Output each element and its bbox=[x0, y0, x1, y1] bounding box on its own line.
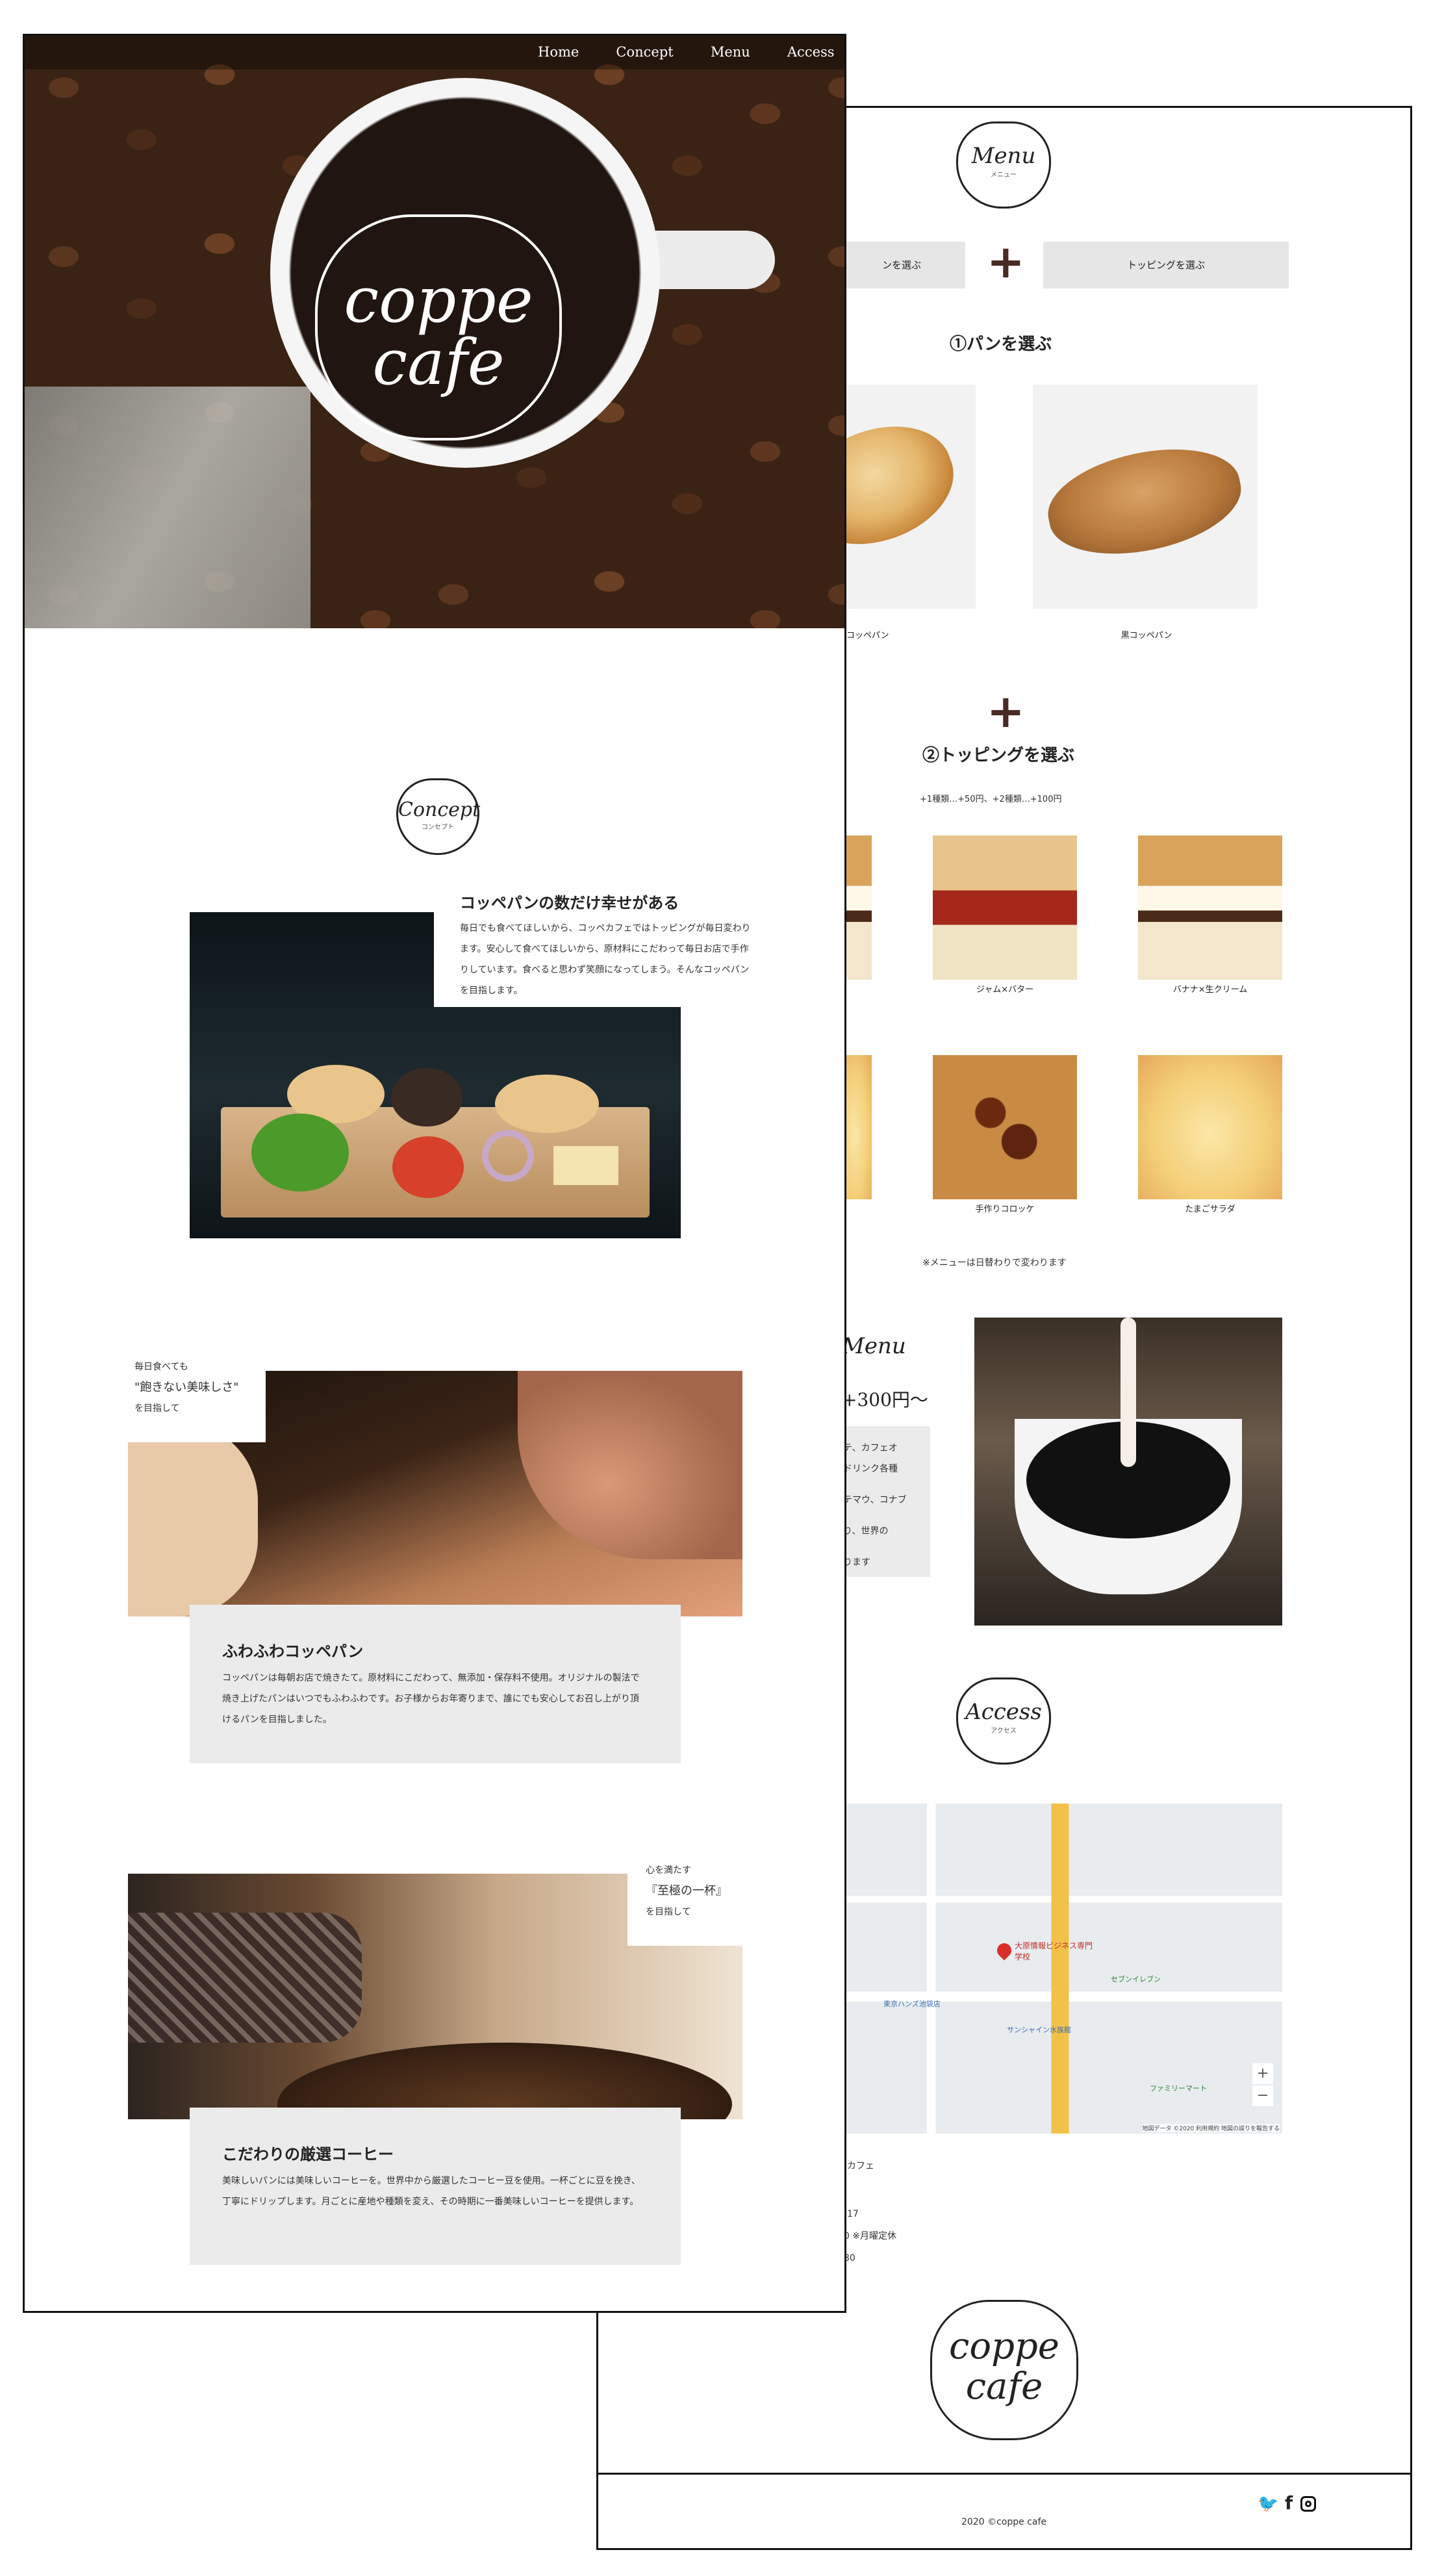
map-label-family: ファミリーマート bbox=[1150, 2084, 1207, 2093]
bread-label-2: 黒コッペパン bbox=[1121, 631, 1172, 641]
nav-concept[interactable]: Concept bbox=[616, 44, 673, 60]
hero-logo-line-1: coppe bbox=[344, 264, 533, 337]
bread-image-2 bbox=[1033, 385, 1258, 609]
hero-logo: coppe cafe bbox=[315, 214, 562, 440]
drink-line-1: テ、カフェオ bbox=[843, 1443, 898, 1453]
step2-title: ②トッピングを選ぶ bbox=[922, 746, 1075, 765]
topping-image-banana-cream bbox=[1138, 835, 1282, 980]
facebook-icon[interactable]: f bbox=[1280, 2493, 1297, 2513]
bread-label-1: 黒コッペパン bbox=[838, 631, 889, 641]
map-footer-text: 地図データ ©2020 利用規約 地図の誤りを報告する bbox=[1142, 2124, 1280, 2132]
plus-icon-2: + bbox=[987, 685, 1025, 738]
topping-label-banana-cream: バナナ×生クリーム bbox=[1172, 985, 1248, 995]
plus-icon: + bbox=[987, 235, 1025, 288]
topping-image-egg-salad bbox=[1138, 1055, 1282, 1199]
menu-heading: Menu bbox=[971, 143, 1036, 169]
access-heading-cloud: Access アクセス bbox=[956, 1677, 1051, 1765]
access-subheading: アクセス bbox=[991, 1728, 1017, 1735]
concept-block2-tag: 毎日食べても "飽きない美味しさ" を目指して bbox=[128, 1350, 266, 1442]
concept-block3-body: 美味しいパンには美味しいコーヒーを。世界中から厳選したコーヒー豆を使用。一杯ごと… bbox=[222, 2176, 640, 2207]
nav-access[interactable]: Access bbox=[787, 44, 835, 60]
concept-block1-text: コッペパンの数だけ幸せがある 毎日でも食べてほしいから、コッペカフェではトッピン… bbox=[434, 884, 769, 1007]
map-label-hands: 東京ハンズ池袋店 bbox=[883, 2000, 941, 2008]
map-zoom-in-button[interactable]: + bbox=[1252, 2063, 1273, 2084]
footer-logo-line-1: coppe bbox=[949, 2325, 1059, 2367]
price-note: +1種類…+50円、+2種類…+100円 bbox=[920, 795, 1062, 804]
concept-block2-body: コッペパンは毎朝お店で焼きたて。原材料にこだわって、無添加・保存料不使用。オリジ… bbox=[222, 1673, 640, 1725]
footer-divider bbox=[596, 2473, 1412, 2475]
concept-block3-tag-main: 『至極の一杯』 bbox=[646, 1884, 728, 1898]
tab-choose-bread[interactable]: ンを選ぶ bbox=[838, 242, 965, 288]
concept-block3-tag-small: 心を満たす bbox=[646, 1865, 691, 1876]
map-label-school: 大原情報ビジネス専門学校 bbox=[1015, 1941, 1093, 1961]
topping-image-croquette bbox=[933, 1055, 1077, 1199]
twitter-icon[interactable]: 🐦 bbox=[1258, 2494, 1278, 2514]
topping-image-jam-butter bbox=[933, 835, 1077, 980]
footer-logo-line-2: cafe bbox=[965, 2366, 1043, 2408]
concept-block2-text: ふわふわコッペパン コッペパンは毎朝お店で焼きたて。原材料にこだわって、無添加・… bbox=[190, 1605, 681, 1763]
instagram-icon[interactable] bbox=[1300, 2496, 1317, 2512]
address-line-3: 00 ※月曜定休 bbox=[838, 2231, 896, 2241]
menu-heading-cloud: Menu メニュー bbox=[956, 121, 1051, 209]
concept-block2-tag-tail: を目指して bbox=[134, 1403, 180, 1414]
topping-label-croquette: 手作りコロッケ bbox=[975, 1205, 1035, 1214]
footer-logo[interactable]: coppe cafe bbox=[930, 2300, 1078, 2440]
concept-block1-body: 毎日でも食べてほしいから、コッペカフェではトッピングが毎日変わります。安心して食… bbox=[460, 923, 751, 996]
concept-block2-tag-small: 毎日食べても bbox=[134, 1362, 188, 1372]
tab-choose-topping[interactable]: トッピングを選ぶ bbox=[1043, 242, 1289, 288]
drink-line-5: ります bbox=[843, 1557, 870, 1568]
map-pin-icon bbox=[994, 1940, 1015, 1961]
hero-logo-line-2: cafe bbox=[372, 326, 505, 399]
bread-image-1 bbox=[838, 385, 976, 609]
concept-block1-title: コッペパンの数だけ幸せがある bbox=[460, 893, 679, 912]
menu-subheading: メニュー bbox=[991, 172, 1017, 179]
social-icons: 🐦 f bbox=[1258, 2493, 1317, 2514]
topping-label-egg-salad: たまごサラダ bbox=[1185, 1205, 1235, 1214]
drink-line-2: ドリンク各種 bbox=[843, 1464, 898, 1474]
concept-block3-tag: 心を満たす 『至極の一杯』 を目指して bbox=[627, 1854, 742, 1946]
nav-home[interactable]: Home bbox=[538, 44, 579, 60]
concept-block2-tag-main: "飽きない美味しさ" bbox=[134, 1381, 239, 1394]
map-label-seven: セブンイレブン bbox=[1111, 1975, 1161, 1983]
menu-note: ※メニューは日替わりで変わります bbox=[922, 1258, 1067, 1268]
access-heading: Access bbox=[965, 1699, 1042, 1725]
map-label-aquarium: サンシャイン水族館 bbox=[1007, 2026, 1071, 2034]
topping-label-jam-butter: ジャム×バター bbox=[976, 985, 1034, 995]
concept-block3-title: こだわりの厳選コーヒー bbox=[222, 2145, 394, 2163]
drink-line-4: り、世界の bbox=[843, 1526, 889, 1537]
concept-heading: Concept bbox=[398, 798, 481, 821]
drink-line-3: テマウ、コナブ bbox=[843, 1495, 907, 1505]
map-zoom-out-button[interactable]: − bbox=[1252, 2085, 1273, 2106]
drink-description-box: テ、カフェオ ドリンク各種 テマウ、コナブ り、世界の ります bbox=[838, 1426, 930, 1577]
coffee-milk-photo bbox=[974, 1318, 1282, 1626]
copyright: 2020 ©coppe cafe bbox=[961, 2517, 1046, 2527]
concept-block2-title: ふわふわコッペパン bbox=[222, 1642, 364, 1661]
concept-subheading: コンセプト bbox=[422, 824, 454, 831]
drink-price: +300円〜 bbox=[842, 1389, 928, 1410]
step1-title: ①パンを選ぶ bbox=[950, 335, 1052, 354]
concept-block3-text: こだわりの厳選コーヒー 美味しいパンには美味しいコーヒーを。世界中から厳選したコ… bbox=[190, 2108, 681, 2265]
top-nav: Home Concept Menu Access bbox=[504, 44, 835, 60]
access-map[interactable]: 大原情報ビジネス専門学校 サンシャイン水族館 東京ハンズ池袋店 セブンイレブン … bbox=[838, 1804, 1282, 2134]
drink-label: Menu bbox=[842, 1333, 906, 1359]
concept-block3-tag-tail: を目指して bbox=[646, 1907, 691, 1917]
nav-menu[interactable]: Menu bbox=[711, 44, 750, 60]
